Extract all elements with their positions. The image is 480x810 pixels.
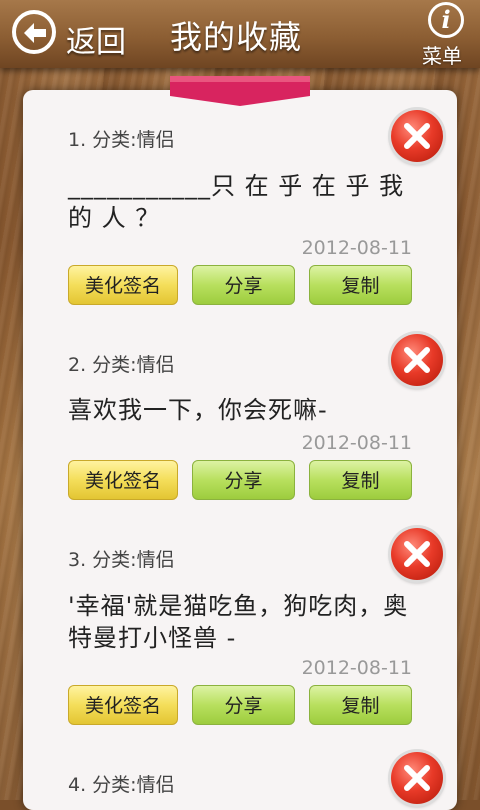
item-category: 1. 分类:情侣	[68, 129, 175, 151]
back-arrow-icon	[12, 10, 56, 54]
back-label: 返回	[66, 25, 126, 60]
item-text: ___________只 在 乎 在 乎 我 的 人 ？	[68, 172, 405, 232]
menu-button[interactable]: i 菜单	[420, 2, 476, 68]
item-category: 4. 分类:情侣	[68, 774, 175, 796]
item-date: 2012-08-11	[301, 657, 412, 679]
info-icon: i	[428, 2, 464, 38]
copy-button[interactable]: 复制	[309, 685, 412, 725]
item-category: 2. 分类:情侣	[68, 354, 175, 376]
beautify-button[interactable]: 美化签名	[68, 685, 178, 725]
delete-button[interactable]	[391, 110, 443, 162]
header-bar: 返回 我的收藏 i 菜单	[0, 0, 480, 68]
favorites-card: 1. 分类:情侣 ___________只 在 乎 在 乎 我 的 人 ？ 20…	[23, 90, 457, 810]
share-button[interactable]: 分享	[192, 460, 295, 500]
item-date: 2012-08-11	[301, 237, 412, 259]
delete-button[interactable]	[391, 334, 443, 386]
back-button[interactable]: 返回	[12, 10, 142, 60]
page-title: 我的收藏	[170, 18, 303, 56]
item-text: 喜欢我一下，你会死嘛-	[68, 396, 328, 424]
item-date: 2012-08-11	[301, 432, 412, 454]
copy-button[interactable]: 复制	[309, 265, 412, 305]
beautify-button[interactable]: 美化签名	[68, 460, 178, 500]
item-text: '幸福'就是猫吃鱼，狗吃肉，奥特曼打小怪兽 -	[68, 592, 409, 652]
beautify-button[interactable]: 美化签名	[68, 265, 178, 305]
ribbon-tab	[170, 76, 310, 106]
delete-button[interactable]	[391, 752, 443, 804]
item-category: 3. 分类:情侣	[68, 549, 175, 571]
copy-button[interactable]: 复制	[309, 460, 412, 500]
delete-button[interactable]	[391, 528, 443, 580]
share-button[interactable]: 分享	[192, 685, 295, 725]
menu-label: 菜单	[422, 44, 462, 68]
share-button[interactable]: 分享	[192, 265, 295, 305]
